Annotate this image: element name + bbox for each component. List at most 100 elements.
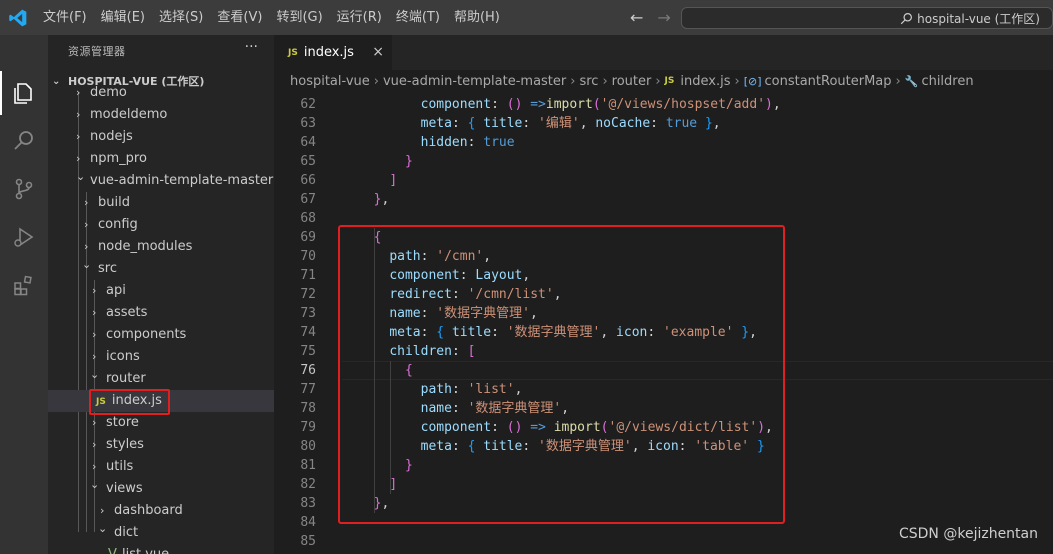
code-text: ]	[389, 173, 398, 188]
nav-arrows: ← →	[630, 0, 671, 35]
tree-item-views[interactable]: ⌄ views	[48, 478, 274, 500]
code-text: }	[404, 154, 413, 169]
active-indicator	[0, 71, 2, 115]
line-number: 84	[300, 515, 316, 530]
tree-item-nodejs[interactable]: › nodejs	[48, 126, 274, 148]
line-number: 76	[300, 363, 316, 378]
tree-item-assets[interactable]: › assets	[48, 302, 274, 324]
line-number: 85	[300, 534, 316, 549]
code-text: meta: { title: '编辑', noCache: true },	[420, 116, 721, 131]
tree-item-api[interactable]: › api	[48, 280, 274, 302]
breadcrumb-item[interactable]: index.js	[680, 74, 730, 89]
line-number: 66	[300, 173, 316, 188]
tree-item-utils[interactable]: › utils	[48, 456, 274, 478]
menu-terminal[interactable]: 终端(T)	[389, 0, 447, 35]
code-line[interactable]: 63 meta: { title: '编辑', noCache: true },	[274, 114, 1053, 133]
line-number: 77	[300, 382, 316, 397]
line-number: 72	[300, 287, 316, 302]
search-icon	[900, 12, 913, 24]
code-line[interactable]: 65 }	[274, 152, 1053, 171]
tree-item-router[interactable]: ⌄ router	[48, 368, 274, 390]
line-number: 82	[300, 477, 316, 492]
tree-item-demo[interactable]: › demo	[48, 82, 274, 104]
line-number: 71	[300, 268, 316, 283]
tab-index-js[interactable]: JS index.js ×	[274, 35, 392, 70]
menu-help[interactable]: 帮助(H)	[447, 0, 507, 35]
line-number: 74	[300, 325, 316, 340]
chevron-right-icon: ›	[76, 86, 81, 99]
menu-edit[interactable]: 编辑(E)	[94, 0, 152, 35]
breadcrumb: hospital-vue › vue-admin-template-master…	[290, 70, 974, 92]
code-line[interactable]: 66 ]	[274, 171, 1053, 190]
menu-run[interactable]: 运行(R)	[330, 0, 389, 35]
tree-item-label: list.vue	[122, 544, 169, 554]
chevron-down-icon: ⌄	[90, 368, 100, 381]
menu-go[interactable]: 转到(G)	[269, 0, 329, 35]
tree-item-label: npm_pro	[90, 151, 147, 166]
tree-item-dashboard[interactable]: › dashboard	[48, 500, 274, 522]
menu-view[interactable]: 查看(V)	[210, 0, 269, 35]
chevron-right-icon: ›	[92, 328, 97, 341]
breadcrumb-separator-icon: ›	[895, 73, 901, 89]
back-arrow-icon[interactable]: ←	[630, 8, 643, 27]
code-line[interactable]: 62 component: () =>import('@/views/hosps…	[274, 95, 1053, 114]
tree-item-styles[interactable]: › styles	[48, 434, 274, 456]
line-number: 67	[300, 192, 316, 207]
breadcrumb-item[interactable]: hospital-vue	[290, 74, 370, 89]
line-number: 70	[300, 249, 316, 264]
breadcrumb-item[interactable]: src	[579, 74, 598, 89]
command-center-search[interactable]: hospital-vue (工作区)	[681, 7, 1053, 29]
breadcrumb-separator-icon: ›	[570, 73, 576, 89]
tree-item-src[interactable]: ⌄ src	[48, 258, 274, 280]
breadcrumb-item[interactable]: children	[921, 74, 973, 89]
tree-item-config[interactable]: › config	[48, 214, 274, 236]
breadcrumb-separator-icon: ›	[734, 73, 740, 89]
tree-item-index-js[interactable]: JS index.js	[48, 389, 274, 415]
sidebar-title: 资源管理器	[68, 45, 126, 58]
breadcrumb-item[interactable]: constantRouterMap	[765, 74, 892, 89]
tree-item-dict[interactable]: ⌄ dict	[48, 522, 274, 544]
search-icon[interactable]	[12, 129, 36, 153]
menu-file[interactable]: 文件(F)	[36, 0, 94, 35]
file-tree: › demo › modeldemo › nodejs › npm_pro ⌄ …	[48, 85, 274, 554]
line-number: 62	[300, 97, 316, 112]
line-number: 69	[300, 230, 316, 245]
tree-item-label: src	[98, 261, 117, 276]
tree-item-list-vue[interactable]: V list.vue	[48, 544, 274, 554]
tree-item-label: modeldemo	[90, 107, 168, 122]
chevron-right-icon: ›	[76, 108, 81, 121]
code-text: },	[373, 192, 390, 207]
source-control-icon[interactable]	[12, 177, 36, 201]
vscode-logo-icon	[9, 9, 27, 27]
code-line[interactable]: 64 hidden: true	[274, 133, 1053, 152]
breadcrumb-separator-icon: ›	[373, 73, 379, 89]
tree-item-vue-admin-template-master[interactable]: ⌄ vue-admin-template-master	[48, 170, 274, 192]
tree-item-label: api	[106, 283, 126, 298]
menu-selection[interactable]: 选择(S)	[152, 0, 210, 35]
close-icon[interactable]: ×	[372, 44, 384, 60]
chevron-right-icon: ›	[92, 306, 97, 319]
run-debug-icon[interactable]	[12, 225, 36, 249]
tree-item-components[interactable]: › components	[48, 324, 274, 346]
tree-item-label: utils	[106, 459, 134, 474]
tree-item-icons[interactable]: › icons	[48, 346, 274, 368]
more-actions-icon[interactable]: ···	[245, 39, 258, 55]
forward-arrow-icon[interactable]: →	[657, 8, 670, 27]
tree-item-store[interactable]: › store	[48, 412, 274, 434]
tree-item-label: build	[98, 195, 130, 210]
tree-item-build[interactable]: › build	[48, 192, 274, 214]
watermark: CSDN @kejizhentan	[898, 526, 1038, 542]
chevron-right-icon: ›	[84, 196, 89, 209]
tree-item-modeldemo[interactable]: › modeldemo	[48, 104, 274, 126]
explorer-icon[interactable]	[12, 81, 36, 105]
breadcrumb-item[interactable]: router	[612, 74, 652, 89]
editor-tab-bar: JS index.js ×	[274, 35, 1053, 70]
line-number: 81	[300, 458, 316, 473]
line-number: 73	[300, 306, 316, 321]
code-line[interactable]: 67 },	[274, 190, 1053, 209]
breadcrumb-item[interactable]: vue-admin-template-master	[383, 74, 566, 89]
extensions-icon[interactable]	[12, 273, 36, 297]
search-label: hospital-vue (工作区)	[917, 11, 1040, 26]
tree-item-label: icons	[106, 349, 140, 364]
line-number: 75	[300, 344, 316, 359]
